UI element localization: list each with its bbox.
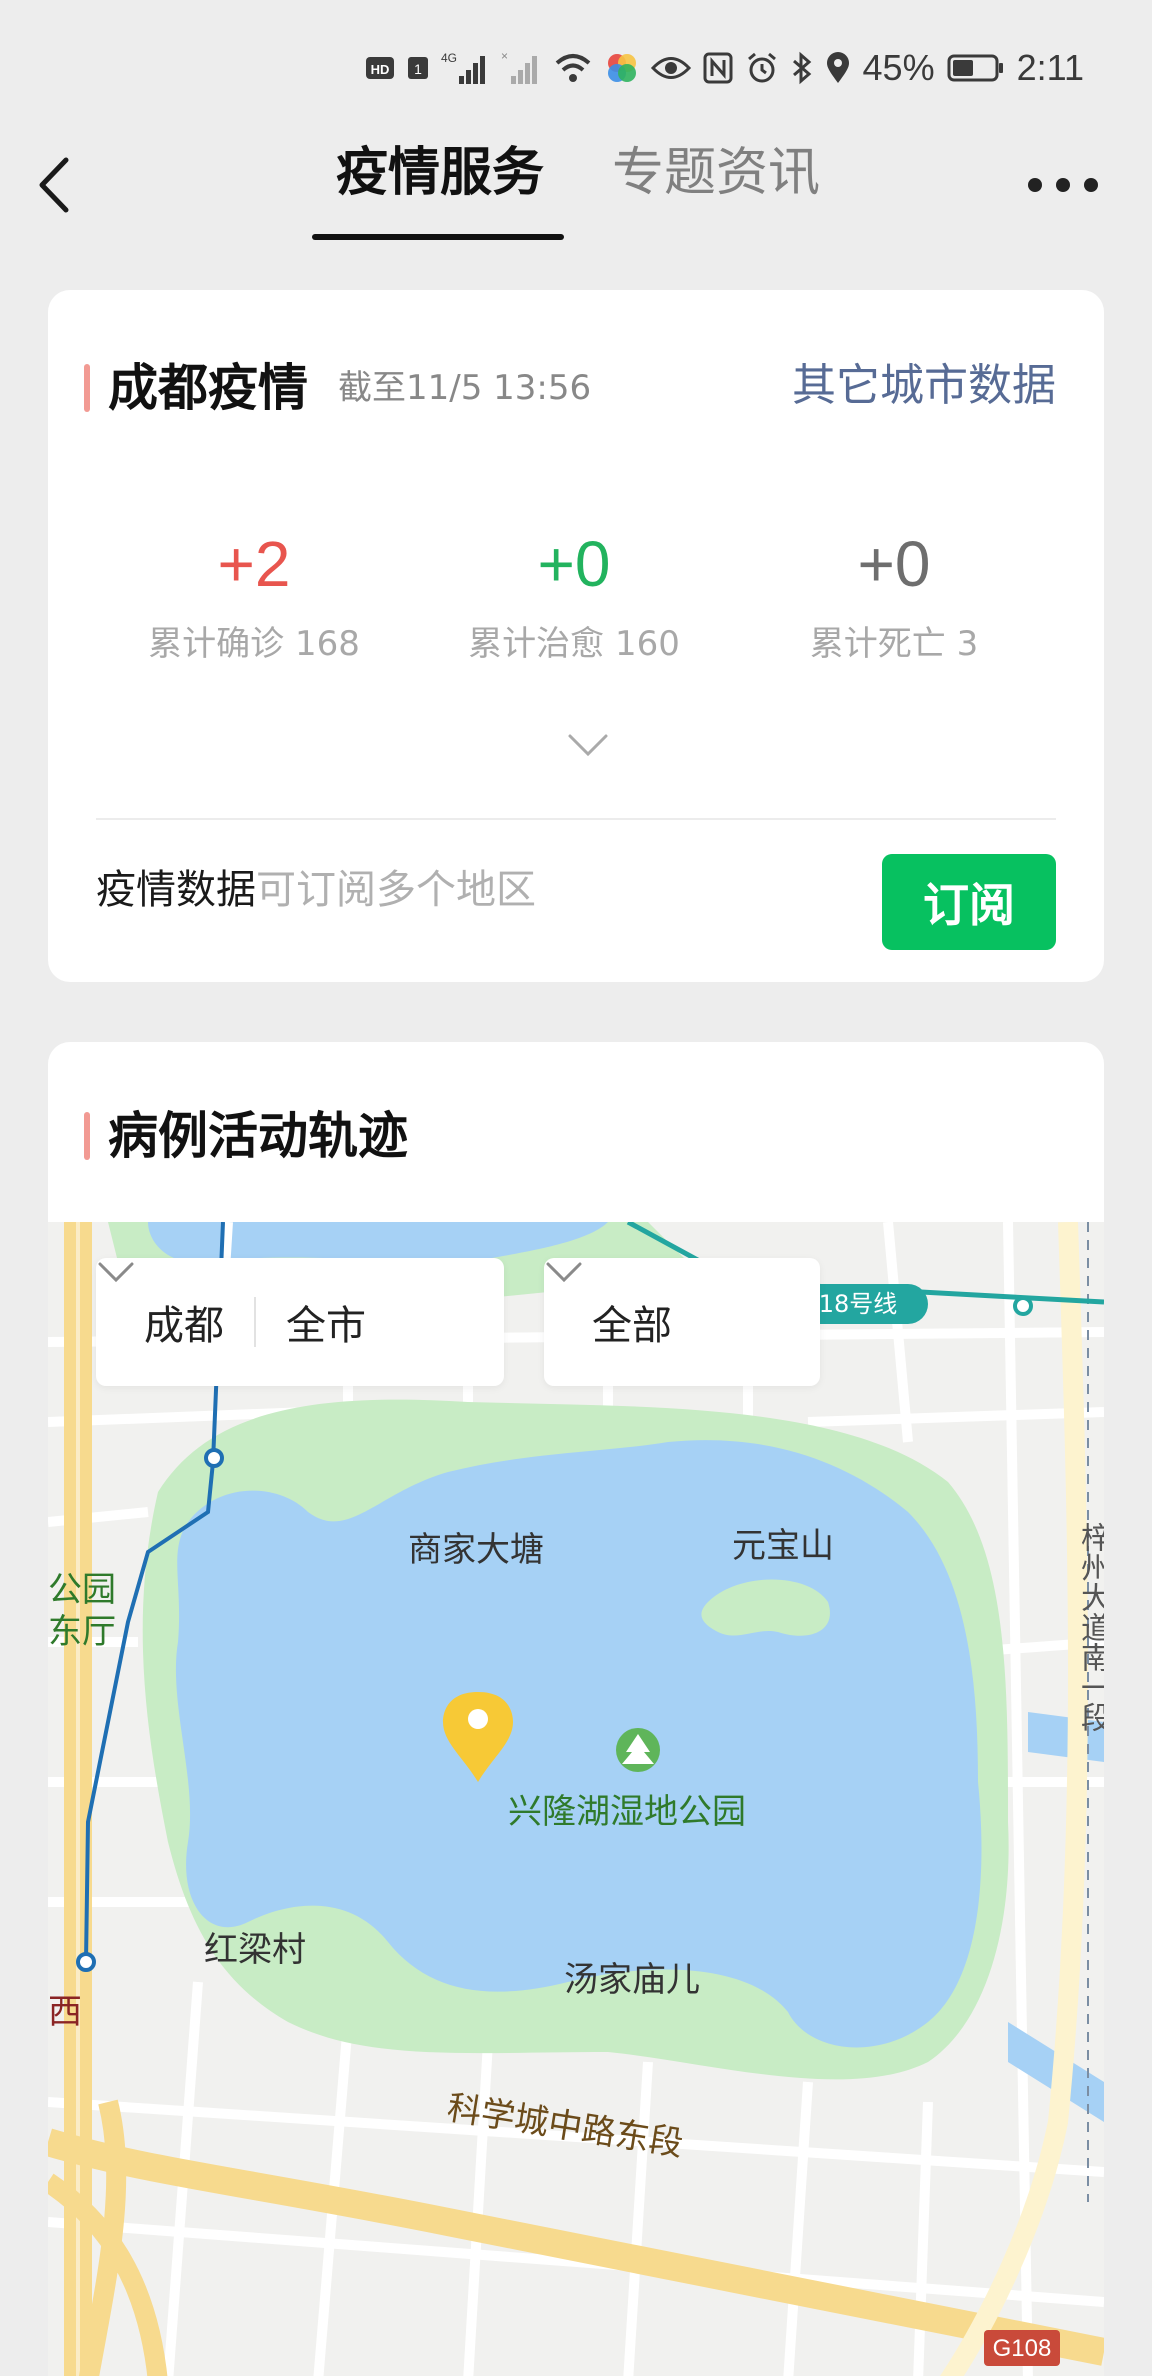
status-bar: HD 1 4G × 45% 2:11 xyxy=(0,0,1152,132)
battery-icon xyxy=(947,53,1005,83)
tab-epidemic-service[interactable]: 疫情服务 xyxy=(336,138,544,208)
case-trajectory-card: 病例活动轨迹 18号线 G108 商家大塘 元宝山 兴隆湖湿地公园 红梁村 汤家… xyxy=(48,1042,1104,2376)
location-icon xyxy=(825,51,851,85)
svg-text:18号线: 18号线 xyxy=(819,1290,898,1318)
update-time: 截至11/5 13:56 xyxy=(338,368,592,408)
stat-delta: +2 xyxy=(217,528,291,600)
title-accent-bar xyxy=(84,364,90,412)
other-cities-link[interactable]: 其它城市数据 xyxy=(792,358,1056,414)
subscribe-hint: 可订阅多个地区 xyxy=(256,867,536,913)
map-label-station: 西 xyxy=(48,1992,82,2032)
more-dot-icon xyxy=(1084,178,1098,192)
bluetooth-icon xyxy=(791,51,813,85)
chevron-down-icon xyxy=(546,1262,582,1283)
alarm-icon xyxy=(745,51,779,85)
chevron-down-icon xyxy=(568,734,608,757)
svg-text:HD: HD xyxy=(370,62,389,77)
map-view[interactable]: 18号线 G108 商家大塘 元宝山 兴隆湖湿地公园 红梁村 汤家庙儿 科学城中… xyxy=(48,1222,1104,2376)
dropdown-divider xyxy=(254,1297,256,1347)
tab-topic-news[interactable]: 专题资讯 xyxy=(612,138,820,208)
subscribe-text: 疫情数据 xyxy=(96,867,256,913)
map-label-place: 元宝山 xyxy=(732,1526,834,1566)
more-dot-icon xyxy=(1056,178,1070,192)
svg-text:4G: 4G xyxy=(441,51,457,65)
active-tab-indicator xyxy=(312,234,564,240)
battery-percent: 45% xyxy=(862,47,935,88)
stat-label: 累计死亡 3 xyxy=(809,624,979,664)
wifi-icon xyxy=(553,51,593,85)
clock: 2:11 xyxy=(1016,47,1084,88)
svg-text:×: × xyxy=(501,50,508,63)
card-title: 成都疫情 xyxy=(108,359,308,417)
epidemic-stats-card: 成都疫情 截至11/5 13:56 其它城市数据 +2 累计确诊 168 +0 … xyxy=(48,290,1104,982)
subscribe-button[interactable]: 订阅 xyxy=(882,854,1056,950)
region-select[interactable]: 成都 全市 xyxy=(96,1258,504,1386)
chevron-left-icon xyxy=(39,157,69,213)
stat-recovered: +0 累计治愈 160 xyxy=(404,526,744,666)
subscribe-prompt: 疫情数据可订阅多个地区 xyxy=(96,862,536,918)
chevron-down-icon xyxy=(98,1262,134,1283)
stat-label: 累计确诊 168 xyxy=(148,624,360,664)
back-button[interactable] xyxy=(30,150,80,220)
cell-signal-2-icon: × xyxy=(501,50,541,86)
map-label-park: 兴隆湖湿地公园 xyxy=(508,1792,746,1832)
stat-delta: +0 xyxy=(537,528,611,600)
divider xyxy=(96,818,1056,820)
district-select[interactable]: 全市 xyxy=(286,1293,366,1351)
card-title: 病例活动轨迹 xyxy=(108,1107,408,1165)
hd-icon: HD xyxy=(365,53,395,83)
stat-label: 累计治愈 160 xyxy=(468,624,680,664)
map-label-village: 汤家庙儿 xyxy=(564,1960,700,2000)
stat-delta: +0 xyxy=(857,528,931,600)
svg-text:1: 1 xyxy=(414,61,422,77)
more-button[interactable] xyxy=(1028,165,1098,205)
eye-comfort-icon xyxy=(650,53,691,83)
sim-slot-icon: 1 xyxy=(407,53,429,83)
city-select[interactable]: 成都 xyxy=(144,1293,224,1351)
expand-button[interactable] xyxy=(566,730,610,760)
title-accent-bar xyxy=(84,1112,90,1160)
stat-confirmed: +2 累计确诊 168 xyxy=(84,526,424,666)
category-value: 全部 xyxy=(592,1303,672,1349)
map-label-park-left: 东厅 xyxy=(48,1612,116,1652)
more-dot-icon xyxy=(1028,178,1042,192)
map-label-place: 商家大塘 xyxy=(408,1530,544,1570)
cell-signal-icon: 4G xyxy=(441,50,489,86)
status-icons: HD 1 4G × 45% 2:11 xyxy=(365,46,1084,90)
nav-bar: 疫情服务 专题资讯 xyxy=(0,120,1152,250)
stat-deaths: +0 累计死亡 3 xyxy=(724,526,1064,666)
nfc-icon xyxy=(703,52,733,84)
svg-text:G108: G108 xyxy=(993,2335,1052,2362)
map-label-road-vertical: 梓州大道南一段 xyxy=(1075,1522,1104,1732)
map-label-village: 红梁村 xyxy=(204,1930,306,1970)
app-notification-icon xyxy=(605,51,639,85)
category-select[interactable]: 全部 xyxy=(544,1258,820,1386)
